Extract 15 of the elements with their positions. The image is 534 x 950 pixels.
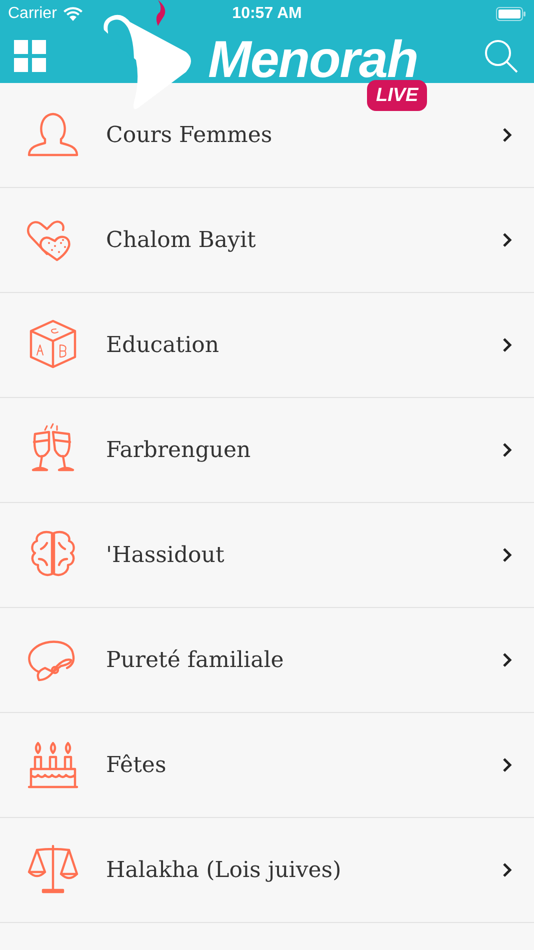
chevron-icon: [502, 232, 512, 248]
search-button[interactable]: [484, 38, 518, 72]
carrier-label: Carrier: [8, 5, 57, 23]
chevron-icon: [502, 862, 512, 878]
chevron-icon: [502, 547, 512, 563]
wifi-icon: [62, 7, 83, 21]
clock-time: 10:57 AM: [231, 5, 303, 23]
chevron-icon: [502, 127, 512, 143]
chevron-icon: [502, 442, 512, 458]
chevron-icon: [502, 652, 512, 668]
live-badge: LIVE: [367, 80, 428, 111]
menu-button[interactable]: [14, 40, 46, 72]
battery-icon: [496, 7, 526, 21]
chevron-icon: [502, 757, 512, 773]
chevron-icon: [502, 337, 512, 353]
